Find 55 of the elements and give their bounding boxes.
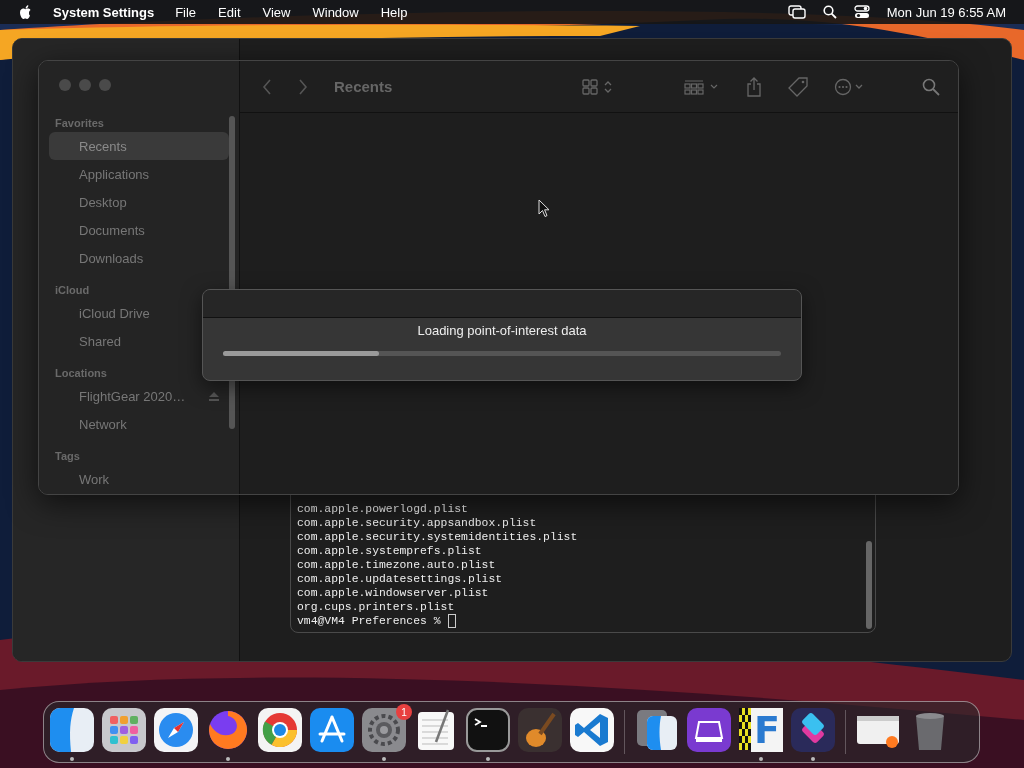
terminal-line: com.apple.security.appsandbox.plist — [297, 516, 538, 530]
terminal-line: com.apple.systemprefs.plist — [297, 544, 483, 558]
terminal-line: com.apple.security.systemidentities.plist — [297, 530, 579, 544]
terminal-line: com.apple.updatesettings.plist — [297, 572, 504, 586]
guitar-icon[interactable] — [518, 708, 562, 752]
terminal-line: com.apple.timezone.auto.plist — [297, 558, 497, 572]
control-center-icon[interactable] — [853, 5, 870, 19]
ring-icon[interactable] — [258, 708, 302, 752]
sidebar-item[interactable]: Downloads — [49, 244, 229, 272]
window-title: Recents — [334, 78, 393, 95]
screen-mirroring-icon[interactable] — [787, 5, 806, 19]
stacked-windows-icon[interactable] — [635, 708, 679, 752]
share-icon[interactable] — [746, 76, 762, 97]
pointer-icon — [538, 199, 550, 218]
sidebar-item[interactable]: FlightGear 2020… — [49, 382, 229, 410]
progress-message: Loading point-of-interest data — [416, 323, 588, 338]
globe-icon[interactable] — [206, 708, 250, 752]
sidebar-item[interactable]: Recents — [49, 132, 229, 160]
tray-icon[interactable] — [687, 708, 731, 752]
clock[interactable]: Mon Jun 19 6:55 AM — [886, 4, 1006, 20]
text-cursor — [447, 614, 456, 628]
scrollbar-thumb[interactable] — [866, 541, 872, 629]
sidebar-item[interactable]: Applications — [49, 160, 229, 188]
menu-item[interactable]: Window — [312, 4, 359, 20]
sidebar-item[interactable]: Network — [49, 410, 229, 438]
app-letter: F — [751, 708, 783, 752]
icon-view-icon[interactable] — [582, 78, 612, 95]
menu-item[interactable]: File — [175, 4, 197, 20]
group-icon[interactable] — [684, 78, 720, 95]
search-icon[interactable] — [822, 5, 837, 19]
app-menu[interactable]: System Settings — [53, 4, 155, 20]
sidebar-heading: Favorites — [54, 116, 105, 131]
terminal-line: com.apple.windowserver.plist — [297, 586, 490, 600]
split-square-icon[interactable] — [50, 708, 94, 752]
menu-item[interactable]: Help — [380, 4, 408, 20]
terminal-line: org.cups.printers.plist — [297, 600, 456, 614]
sidebar-heading: Locations — [54, 366, 108, 381]
sidebar-item[interactable]: Documents — [49, 216, 229, 244]
gear-icon[interactable] — [362, 708, 406, 752]
menu-item[interactable]: View — [262, 4, 291, 20]
menu-item[interactable]: Edit — [218, 4, 241, 20]
terminal-line: com.apple.powerlogd.plist — [297, 502, 469, 516]
terminal-icon[interactable] — [466, 708, 510, 752]
ribbon-icon[interactable] — [570, 708, 614, 752]
sidebar-item[interactable]: Work — [49, 465, 229, 493]
a-shape-icon[interactable] — [310, 708, 354, 752]
tag-icon[interactable] — [788, 76, 808, 97]
grid-icon[interactable] — [102, 708, 146, 752]
apple-icon[interactable] — [19, 4, 33, 20]
layers-icon[interactable] — [791, 708, 835, 752]
terminal-prompt: vm4@VM4 Preferences % — [297, 614, 441, 628]
sidebar-heading: iCloud — [54, 283, 91, 298]
sidebar-heading: Tags — [54, 449, 81, 464]
sidebar-item[interactable]: Desktop — [49, 188, 229, 216]
compass-icon[interactable] — [154, 708, 198, 752]
